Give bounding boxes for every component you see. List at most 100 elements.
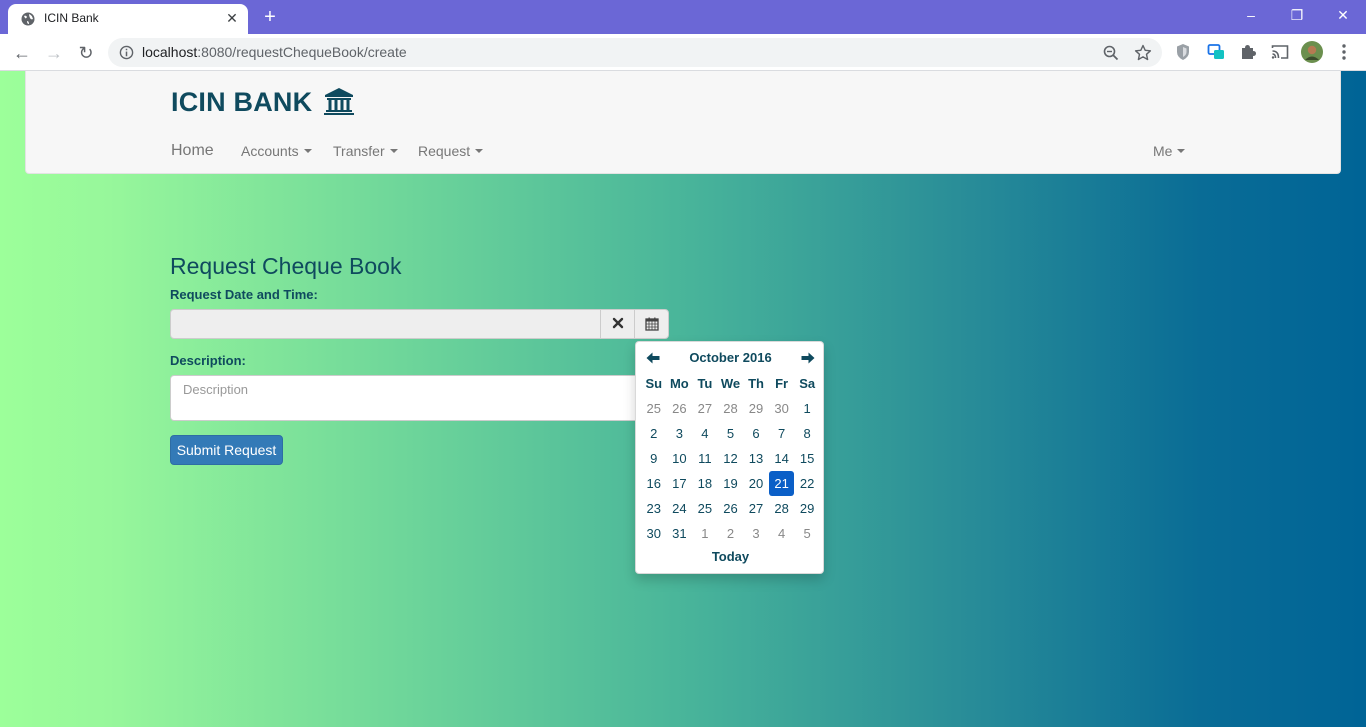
new-tab-button[interactable]: + [258, 6, 282, 28]
day-cell[interactable]: 26 [667, 396, 693, 421]
datepicker-month-title[interactable]: October 2016 [636, 350, 825, 365]
weekday-label: Mo [669, 376, 689, 391]
day-cell[interactable]: 4 [692, 421, 718, 446]
day-cell[interactable]: 25 [641, 396, 667, 421]
shield-extension-icon[interactable] [1173, 42, 1193, 62]
today-button[interactable]: Today [636, 549, 825, 564]
browser-menu-icon[interactable] [1334, 42, 1354, 62]
day-cell[interactable]: 24 [667, 496, 693, 521]
day-cell[interactable]: 5 [718, 421, 744, 446]
nav-home-link[interactable]: Home [171, 142, 214, 160]
day-cell[interactable]: 29 [743, 396, 769, 421]
day-cell[interactable]: 11 [692, 446, 718, 471]
day-cell[interactable]: 4 [769, 521, 795, 546]
weekday-label: Tu [697, 376, 713, 391]
day-cell[interactable]: 23 [641, 496, 667, 521]
day-cell[interactable]: 13 [743, 446, 769, 471]
next-month-icon[interactable] [800, 350, 816, 366]
day-cell[interactable]: 10 [667, 446, 693, 471]
datepicker-header: October 2016 [636, 348, 825, 368]
tab-strip: ICIN Bank ✕ + – ❐ ✕ [0, 0, 1366, 34]
day-cell[interactable]: 3 [667, 421, 693, 446]
caret-down-icon [1177, 149, 1186, 153]
description-field[interactable] [170, 375, 640, 421]
forward-button[interactable]: → [41, 40, 67, 66]
day-cell-selected[interactable]: 21 [768, 471, 795, 496]
day-cell[interactable]: 20 [743, 471, 769, 496]
weekday-label: We [720, 376, 741, 391]
day-cell[interactable]: 29 [794, 496, 820, 521]
day-cell[interactable]: 28 [718, 396, 744, 421]
day-cell[interactable]: 15 [794, 446, 820, 471]
cast-icon[interactable] [1270, 42, 1290, 62]
day-cell[interactable]: 30 [769, 396, 795, 421]
page-background: ICIN BANK Home Accounts Transfer Request… [0, 71, 1366, 727]
nav-accounts-dropdown[interactable]: Accounts [241, 143, 312, 159]
day-cell[interactable]: 26 [718, 496, 744, 521]
site-navbar: ICIN BANK Home Accounts Transfer Request… [25, 71, 1341, 174]
day-cell[interactable]: 25 [692, 496, 718, 521]
url-path: :8080/requestChequeBook/create [197, 44, 407, 60]
day-cell[interactable]: 27 [692, 396, 718, 421]
description-label: Description: [170, 353, 246, 368]
zoom-icon[interactable] [1102, 44, 1120, 62]
profile-avatar-icon[interactable] [1301, 41, 1323, 63]
day-cell[interactable]: 1 [692, 521, 718, 546]
puzzle-extensions-icon[interactable] [1238, 42, 1258, 62]
day-cell[interactable]: 14 [769, 446, 795, 471]
close-tab-icon[interactable]: ✕ [224, 10, 240, 26]
caret-down-icon [303, 149, 312, 153]
weekday-header-row: Su Mo Tu We Th Fr Sa [641, 371, 820, 396]
date-label: Request Date and Time: [170, 287, 318, 302]
day-cell[interactable]: 8 [794, 421, 820, 446]
day-cell[interactable]: 7 [769, 421, 795, 446]
day-cell[interactable]: 30 [641, 521, 667, 546]
request-date-input[interactable] [170, 309, 601, 339]
day-cell[interactable]: 28 [769, 496, 795, 521]
nav-request-dropdown[interactable]: Request [418, 143, 484, 159]
day-cell[interactable]: 31 [667, 521, 693, 546]
weekday-label: Fr [775, 376, 789, 391]
reload-button[interactable]: ↻ [73, 40, 99, 66]
day-cell[interactable]: 9 [641, 446, 667, 471]
previous-month-icon[interactable] [645, 350, 661, 366]
day-cell[interactable]: 3 [743, 521, 769, 546]
nav-me-dropdown[interactable]: Me [1153, 143, 1186, 159]
nav-me-label: Me [1153, 143, 1173, 159]
week-row: 9 10 11 12 13 14 15 [641, 446, 820, 471]
day-cell[interactable]: 5 [794, 521, 820, 546]
day-cell[interactable]: 18 [692, 471, 718, 496]
browser-tab[interactable]: ICIN Bank ✕ [8, 4, 248, 34]
brand-logo[interactable]: ICIN BANK [171, 87, 354, 118]
day-cell[interactable]: 2 [641, 421, 667, 446]
page-title: Request Cheque Book [170, 253, 402, 279]
weekday-label: Sa [799, 376, 816, 391]
back-button[interactable]: ← [9, 40, 35, 66]
url-text[interactable]: localhost:8080/requestChequeBook/create [142, 44, 407, 60]
day-cell[interactable]: 12 [718, 446, 744, 471]
weekday-label: Th [748, 376, 764, 391]
day-cell[interactable]: 27 [743, 496, 769, 521]
day-cell[interactable]: 19 [718, 471, 744, 496]
day-cell[interactable]: 17 [667, 471, 693, 496]
bookmark-star-icon[interactable] [1134, 44, 1152, 62]
clear-date-button[interactable] [600, 309, 635, 339]
datepicker-popup: October 2016 Su Mo Tu We Th Fr Sa 25 26 … [635, 341, 824, 574]
day-cell[interactable]: 6 [743, 421, 769, 446]
day-cell[interactable]: 22 [794, 471, 820, 496]
close-window-button[interactable]: ✕ [1320, 4, 1366, 26]
submit-request-button[interactable]: Submit Request [170, 435, 283, 465]
nav-transfer-label: Transfer [333, 143, 385, 159]
day-cell[interactable]: 1 [794, 396, 820, 421]
nav-transfer-dropdown[interactable]: Transfer [333, 143, 398, 159]
open-calendar-button[interactable] [634, 309, 669, 339]
datepicker-grid: Su Mo Tu We Th Fr Sa 25 26 27 28 29 30 1… [641, 371, 820, 546]
screen-extension-icon[interactable] [1206, 42, 1226, 62]
restore-button[interactable]: ❐ [1274, 4, 1320, 26]
info-icon[interactable] [119, 45, 134, 60]
bank-icon [324, 88, 354, 115]
address-bar[interactable]: localhost:8080/requestChequeBook/create [108, 38, 1162, 67]
minimize-button[interactable]: – [1228, 4, 1274, 26]
day-cell[interactable]: 2 [718, 521, 744, 546]
day-cell[interactable]: 16 [641, 471, 667, 496]
